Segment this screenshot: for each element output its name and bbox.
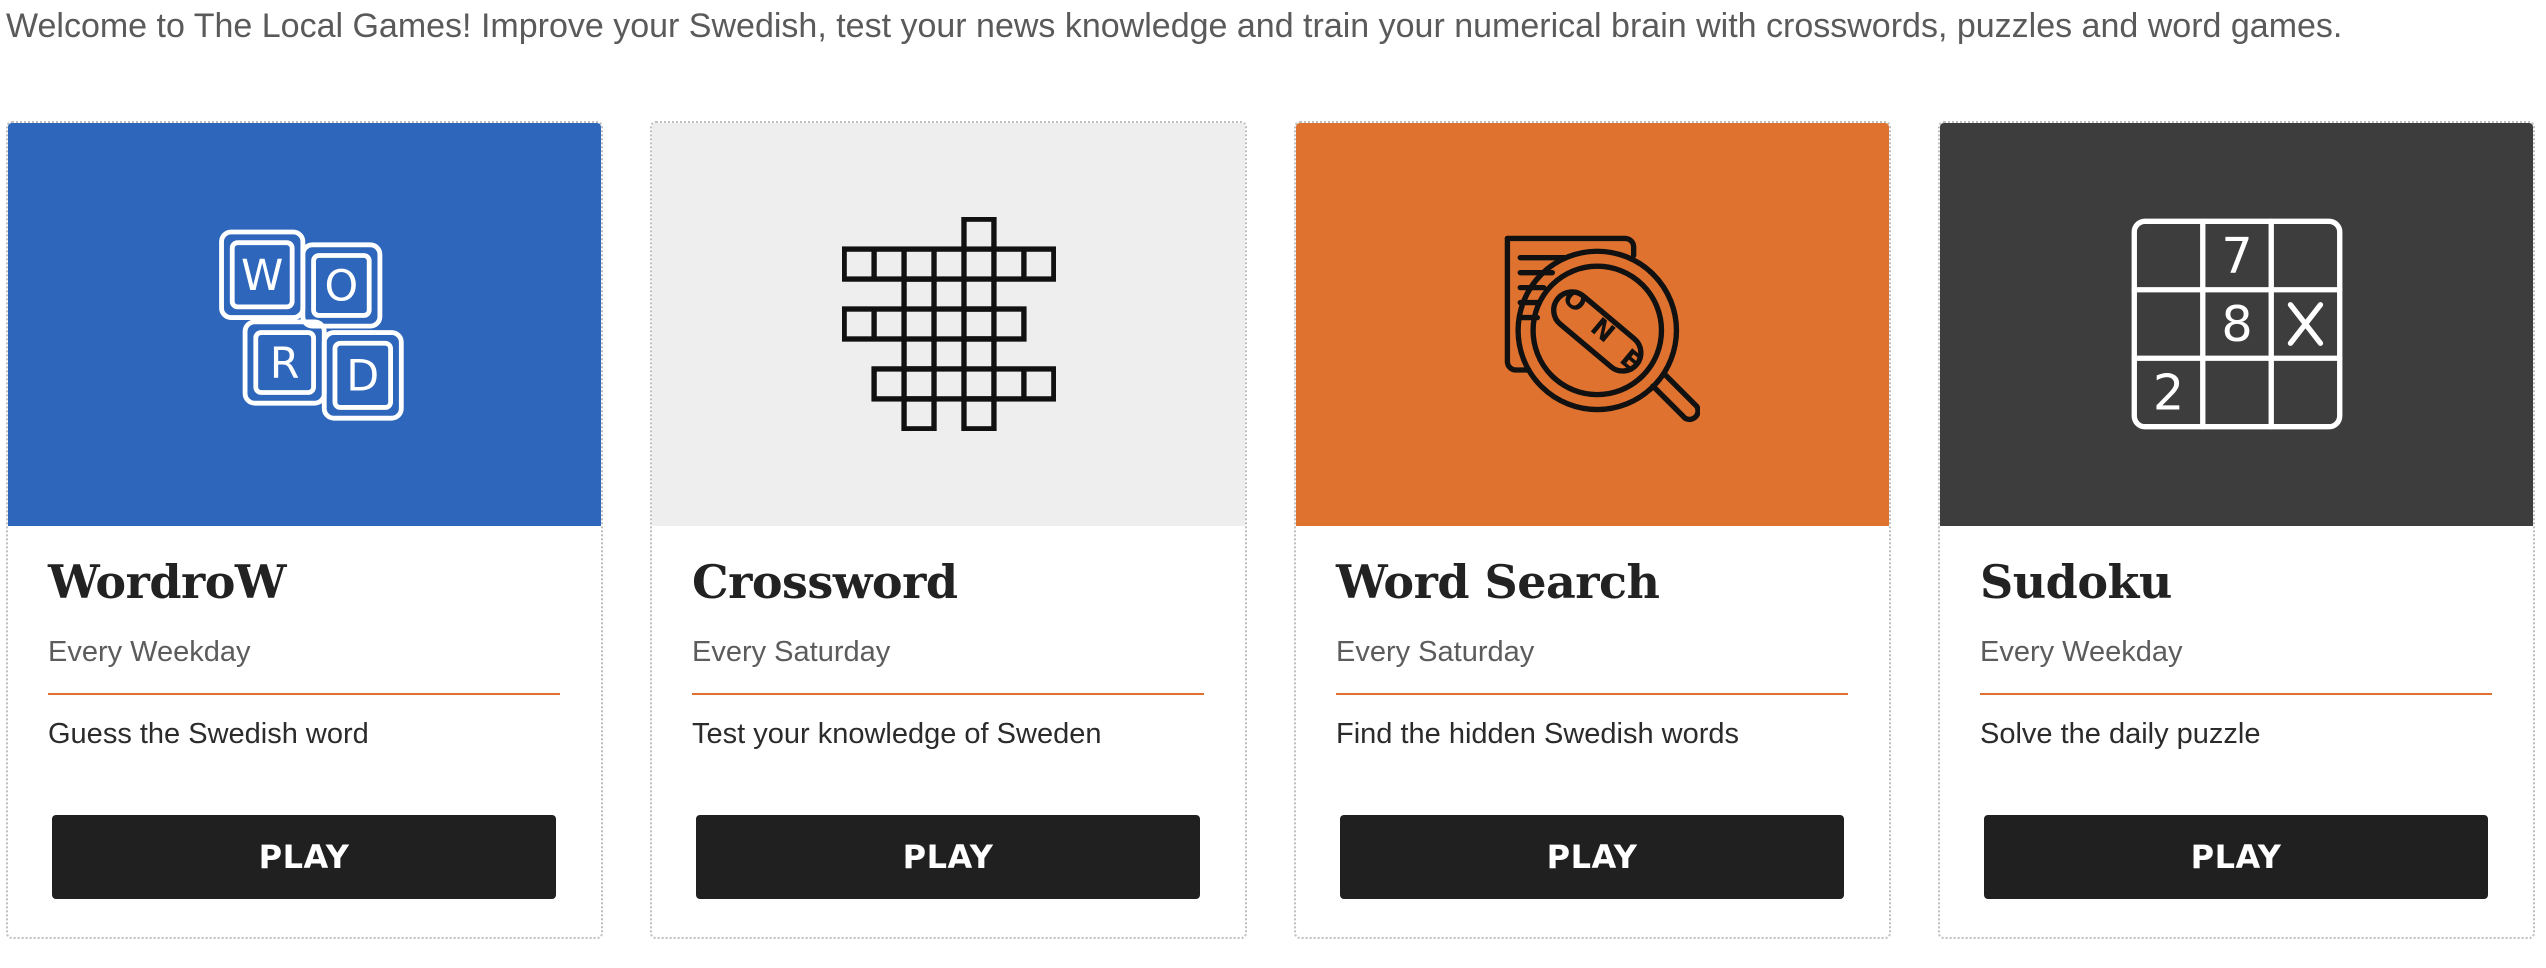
icon-letter-o: O bbox=[324, 261, 358, 311]
game-schedule: Every Weekday bbox=[48, 636, 251, 668]
crossword-grid-icon bbox=[841, 216, 1056, 431]
games-list: W O R D WordroW Every Weekday Guess the … bbox=[6, 121, 2540, 941]
game-title: Word Search bbox=[1336, 555, 1660, 609]
game-schedule: Every Saturday bbox=[692, 636, 891, 668]
game-description: Find the hidden Swedish words bbox=[1336, 718, 1740, 750]
game-description: Solve the daily puzzle bbox=[1980, 718, 2261, 750]
game-banner[interactable]: O N E bbox=[1296, 123, 1889, 526]
icon-letter-w: W bbox=[241, 250, 283, 300]
intro-text: Welcome to The Local Games! Improve your… bbox=[6, 7, 2343, 45]
play-button[interactable]: PLAY bbox=[1340, 815, 1844, 899]
icon-letter-o: O bbox=[1556, 282, 1592, 319]
game-description: Test your knowledge of Sweden bbox=[692, 718, 1102, 750]
game-banner[interactable] bbox=[652, 123, 1245, 526]
sudoku-grid-icon: 7 8 2 bbox=[2131, 218, 2342, 429]
game-title: Sudoku bbox=[1980, 555, 2172, 609]
game-description: Guess the Swedish word bbox=[48, 718, 369, 750]
game-title: Crossword bbox=[692, 555, 958, 609]
icon-letter-r: R bbox=[269, 338, 299, 388]
icon-digit-2: 2 bbox=[2152, 363, 2183, 421]
game-card-wordrow: W O R D WordroW Every Weekday Guess the … bbox=[6, 121, 603, 939]
divider bbox=[48, 693, 560, 695]
icon-letter-n: N bbox=[1584, 312, 1620, 349]
divider bbox=[1980, 693, 2492, 695]
game-card-crossword: Crossword Every Saturday Test your knowl… bbox=[650, 121, 1247, 939]
magnifier-word-icon: O N E bbox=[1504, 235, 1700, 422]
icon-digit-7: 7 bbox=[2221, 226, 2252, 284]
icon-digit-8: 8 bbox=[2221, 295, 2252, 353]
play-button[interactable]: PLAY bbox=[696, 815, 1200, 899]
icon-letter-d: D bbox=[346, 351, 379, 401]
play-button[interactable]: PLAY bbox=[1984, 815, 2488, 899]
word-tiles-icon: W O R D bbox=[218, 229, 404, 421]
game-banner[interactable]: W O R D bbox=[8, 123, 601, 526]
play-button[interactable]: PLAY bbox=[52, 815, 556, 899]
game-card-sudoku: 7 8 2 Sudoku Every Weekday Solve the dai… bbox=[1938, 121, 2535, 939]
game-title: WordroW bbox=[48, 555, 287, 609]
game-card-word-search: O N E Word Search Every Saturday Find th… bbox=[1294, 121, 1891, 939]
divider bbox=[692, 693, 1204, 695]
game-banner[interactable]: 7 8 2 bbox=[1940, 123, 2533, 526]
game-schedule: Every Saturday bbox=[1336, 636, 1535, 668]
game-schedule: Every Weekday bbox=[1980, 636, 2183, 668]
divider bbox=[1336, 693, 1848, 695]
